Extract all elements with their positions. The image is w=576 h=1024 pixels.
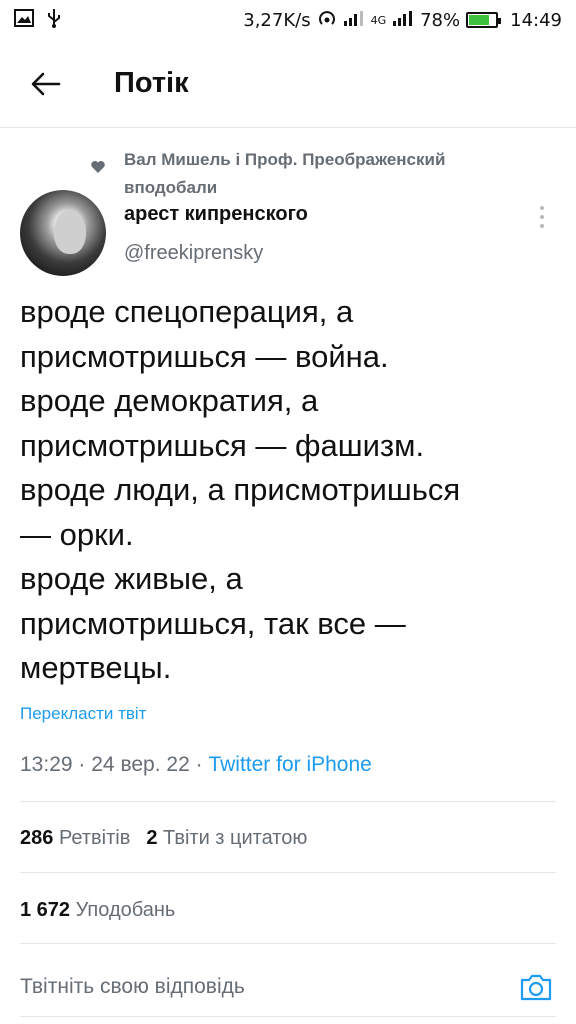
- retweet-stats: 286 Ретвітів 2 Твіти з цитатою: [20, 827, 307, 850]
- tweet-source-link[interactable]: Twitter for iPhone: [208, 753, 371, 776]
- tweet-date: 24 вер. 22: [91, 753, 190, 776]
- more-dot: [540, 206, 544, 210]
- avatar-face: [54, 210, 86, 254]
- signal-4g-icon: [392, 10, 414, 31]
- status-bar-right: 3,27K/s 4G 78% 14:49: [243, 9, 562, 32]
- heart-icon: [90, 160, 114, 202]
- social-context-line1: Вал Мишель і Проф. Преображенский: [124, 150, 446, 169]
- retweets-stat[interactable]: 286 Ретвітів: [20, 827, 130, 849]
- camera-icon: [520, 974, 552, 1001]
- tweet-meta: 13:29 · 24 вер. 22 · Twitter for iPhone: [20, 753, 372, 777]
- usb-icon: [46, 8, 62, 33]
- avatar[interactable]: [20, 190, 106, 276]
- more-options-button[interactable]: [532, 204, 552, 230]
- clock: 14:49: [510, 9, 562, 31]
- reply-bar[interactable]: Твітніть свою відповідь: [20, 960, 556, 1014]
- author-name[interactable]: арест кипренского: [124, 203, 308, 226]
- top-app-bar: Потік: [0, 40, 576, 128]
- social-context[interactable]: Вал Мишель і Проф. Преображенский вподоб…: [90, 146, 530, 202]
- divider: [20, 872, 556, 873]
- divider: [20, 943, 556, 944]
- back-button[interactable]: [24, 62, 68, 106]
- status-bar-left: [14, 8, 62, 33]
- likes-label: Уподобань: [75, 899, 176, 921]
- signal-icon: [343, 10, 365, 31]
- quotes-label: Твіти з цитатою: [163, 827, 308, 849]
- more-dot: [540, 215, 544, 219]
- image-notification-icon: [14, 8, 34, 32]
- network-speed: 3,27K/s: [243, 9, 311, 31]
- page-title: Потік: [114, 67, 189, 99]
- battery-icon: [466, 12, 502, 28]
- battery-percent: 78%: [420, 9, 461, 31]
- network-type: 4G: [370, 13, 387, 27]
- arrow-left-icon: [31, 72, 61, 95]
- likes-count: 1 672: [20, 899, 71, 921]
- quotes-stat[interactable]: 2 Твіти з цитатою: [146, 827, 307, 849]
- more-dot: [540, 224, 544, 228]
- translate-tweet-link[interactable]: Перекласти твіт: [20, 704, 146, 724]
- status-bar: 3,27K/s 4G 78% 14:49: [0, 0, 576, 40]
- meta-separator: ·: [195, 753, 203, 776]
- reply-input[interactable]: Твітніть свою відповідь: [20, 975, 245, 999]
- tweet-text: вроде спецоперация, а присмотришься — во…: [20, 294, 461, 685]
- social-context-text: Вал Мишель і Проф. Преображенский вподоб…: [124, 146, 445, 202]
- camera-button[interactable]: [516, 967, 556, 1007]
- retweets-count: 286: [20, 827, 54, 849]
- battery-level: [469, 15, 490, 25]
- divider: [20, 801, 556, 802]
- hotspot-icon: [317, 9, 337, 32]
- divider: [20, 1016, 556, 1017]
- quotes-count: 2: [146, 827, 158, 849]
- tweet-time: 13:29: [20, 753, 73, 776]
- meta-separator: ·: [78, 753, 86, 776]
- social-context-line2: вподобали: [124, 178, 218, 197]
- author-handle[interactable]: @freekiprensky: [124, 242, 263, 265]
- retweets-label: Ретвітів: [58, 827, 131, 849]
- likes-stat[interactable]: 1 672 Уподобань: [20, 899, 175, 922]
